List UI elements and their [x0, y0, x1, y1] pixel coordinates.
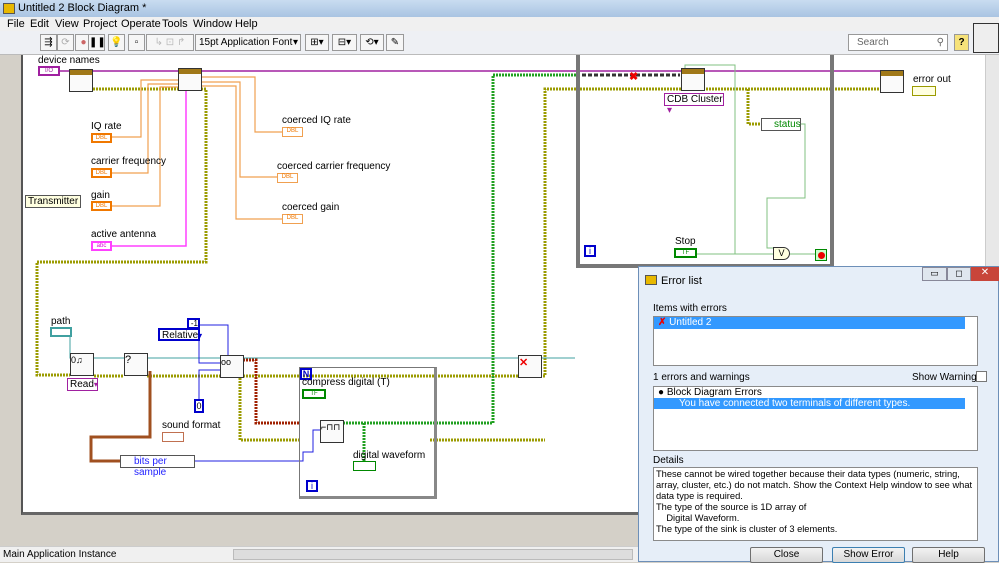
active-antenna-terminal[interactable]: abc — [91, 241, 112, 251]
coerced-iq-rate-indicator[interactable]: DBL — [282, 127, 303, 137]
items-list[interactable]: ✗ Untitled 2 — [653, 316, 978, 366]
coerced-gain-label: coerced gain — [282, 202, 340, 213]
dbl-wires — [111, 76, 282, 220]
info-label: ? — [125, 354, 132, 366]
glasses-icon: oo — [221, 357, 232, 367]
sound-format-label: sound format — [162, 420, 221, 431]
items-with-errors-label: Items with errors — [653, 303, 727, 314]
loop-iteration-terminal: i — [306, 480, 318, 492]
waveform-wire — [243, 358, 300, 425]
details-line: Digital Waveform. — [656, 513, 740, 523]
error-out-indicator[interactable] — [912, 86, 936, 96]
coerced-carrier-frequency-indicator[interactable]: DBL — [277, 173, 298, 183]
gain-label: gain — [91, 190, 110, 201]
error-item[interactable]: You have connected two terminals of diff… — [654, 398, 965, 409]
analog-to-digital-node[interactable]: ⌐⊓⊓ — [320, 420, 344, 443]
carrier-frequency-label: carrier frequency — [91, 156, 167, 167]
show-warnings-checkbox[interactable] — [976, 371, 987, 382]
coerced-gain-indicator[interactable]: DBL — [282, 214, 303, 224]
show-warnings-label: Show Warnings — [912, 372, 982, 383]
stop-icon — [818, 252, 825, 259]
horizontal-scrollbar[interactable] — [233, 549, 633, 560]
carrier-frequency-terminal[interactable]: DBL — [91, 168, 112, 178]
bits-per-sample-label: bits per sample — [134, 456, 167, 478]
path-label: path — [51, 316, 71, 327]
show-error-button[interactable]: Show Error — [832, 547, 905, 563]
active-antenna-label: active antenna — [91, 229, 157, 240]
sound-format-indicator[interactable] — [162, 432, 184, 442]
error-out-label: error out — [913, 74, 951, 85]
open-sound-file-node[interactable]: 0♫ — [70, 353, 94, 376]
minimize-button[interactable]: ▭ — [922, 267, 947, 281]
list-item[interactable]: ✗ Untitled 2 — [654, 317, 965, 329]
maximize-button[interactable]: ◻ — [947, 267, 971, 281]
status-bar: Main Application Instance — [0, 546, 640, 562]
item-label: Untitled 2 — [669, 317, 712, 328]
device-names-terminal[interactable]: I/O — [38, 66, 60, 76]
labview-icon — [645, 275, 657, 285]
digital-waveform-indicator[interactable] — [353, 461, 376, 471]
chevron-down-icon: ▾ — [93, 380, 98, 389]
sound-file-info-node[interactable]: ? — [124, 353, 148, 376]
path-terminal[interactable] — [50, 327, 72, 337]
or-gate[interactable]: V — [773, 247, 790, 260]
write-cdb-node[interactable] — [681, 68, 705, 91]
cdb-cluster-ring[interactable]: CDB Cluster ▾ — [664, 93, 724, 116]
relative-label: Relative — [162, 330, 199, 341]
close-sound-file-node[interactable]: ✕ — [518, 355, 542, 378]
digital-icon: ⌐⊓⊓ — [321, 422, 341, 432]
loop-iteration-terminal: i — [584, 245, 596, 257]
stop-label: Stop — [675, 236, 696, 247]
gain-terminal[interactable]: DBL — [91, 201, 112, 211]
digital-waveform-label: digital waveform — [353, 450, 426, 461]
group-item[interactable]: ● Block Diagram Errors — [654, 387, 977, 398]
error-list-dialog: Error list ▭ ◻ ✕ Items with errors ✗ Unt… — [638, 266, 999, 563]
constant-neg1[interactable]: -1 — [187, 318, 200, 329]
details-box[interactable]: These cannot be wired together because t… — [653, 467, 978, 541]
read-ring[interactable]: Read▾ — [67, 378, 98, 391]
coerced-iq-rate-label: coerced IQ rate — [282, 115, 351, 126]
iq-rate-terminal[interactable]: DBL — [91, 133, 112, 143]
transmitter-comment[interactable]: Transmitter — [25, 195, 82, 208]
chevron-down-icon: ▾ — [198, 331, 203, 340]
close-x-icon: ✕ — [519, 357, 529, 369]
stop-button-terminal[interactable]: TF — [674, 248, 697, 258]
dialog-title: Error list — [661, 275, 702, 287]
details-line: The type of the source is 1D array of — [656, 502, 807, 512]
init-session-node[interactable] — [69, 69, 93, 92]
help-button[interactable]: Help — [912, 547, 985, 563]
sound-file-read-node[interactable]: oo — [220, 355, 244, 378]
compress-digital-constant[interactable]: TF — [302, 389, 326, 399]
compress-digital-label: compress digital (T) — [302, 377, 390, 388]
errors-list[interactable]: ● Block Diagram Errors You have connecte… — [653, 386, 978, 451]
configure-signal-node[interactable] — [178, 68, 202, 91]
while-loop[interactable]: i — [576, 55, 834, 268]
details-label: Details — [653, 455, 684, 466]
close-window-button[interactable]: ✕ — [971, 267, 999, 281]
constant-0[interactable]: 0 — [194, 399, 204, 413]
status-label: status — [774, 119, 801, 130]
loop-condition-terminal[interactable] — [815, 249, 827, 261]
errors-count-label: 1 errors and warnings — [653, 372, 750, 383]
cdb-cluster-label: CDB Cluster — [667, 94, 723, 105]
bits-per-sample-unbundle[interactable]: bits per sample — [120, 455, 195, 478]
close-session-node[interactable] — [880, 70, 904, 93]
chevron-down-icon: ▾ — [667, 105, 673, 116]
application-instance-label[interactable]: Main Application Instance — [3, 549, 116, 560]
close-button[interactable]: Close — [750, 547, 823, 563]
iq-rate-label: IQ rate — [91, 121, 122, 132]
device-names-label: device names — [38, 55, 100, 66]
read-label: Read — [70, 379, 94, 390]
status-unbundle[interactable]: status — [761, 118, 801, 131]
details-line: The type of the sink is cluster of 3 ele… — [656, 524, 838, 534]
sound-format-wire — [89, 371, 152, 463]
group-label: Block Diagram Errors — [666, 387, 762, 398]
relative-ring[interactable]: Relative▾ — [158, 328, 203, 341]
error-x-icon: ✗ — [658, 317, 667, 328]
details-line: These cannot be wired together because t… — [656, 469, 975, 501]
sound-file-icon: 0♫ — [71, 355, 83, 365]
coerced-carrier-frequency-label: coerced carrier frequency — [277, 161, 391, 172]
